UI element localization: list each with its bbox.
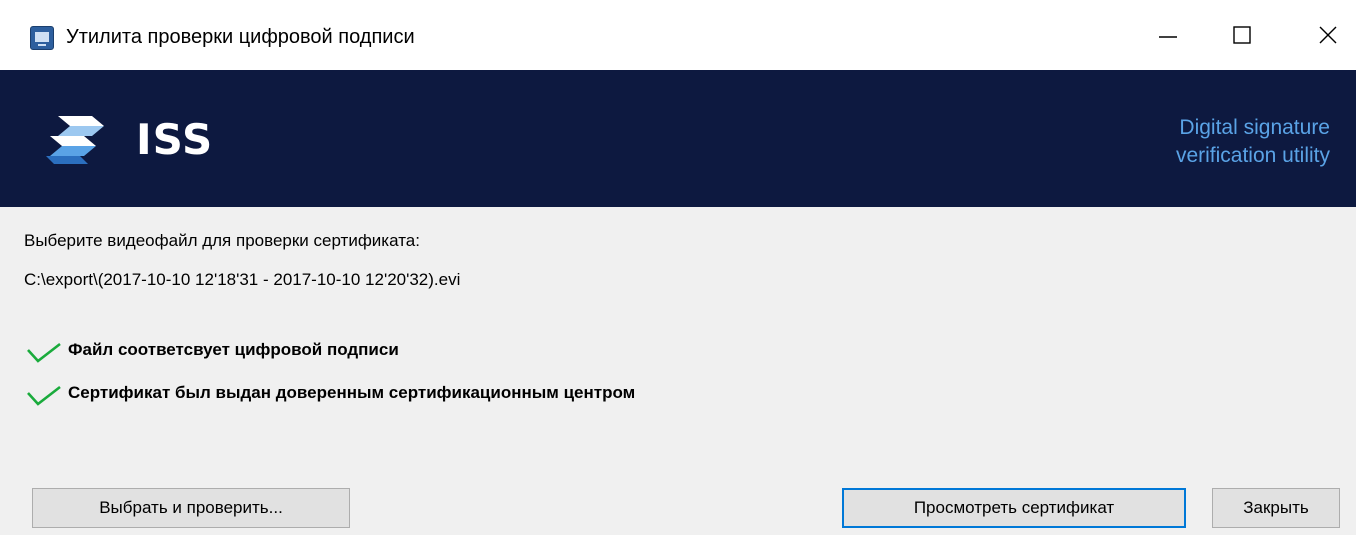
maximize-icon	[1233, 26, 1251, 44]
title-bar[interactable]: Утилита проверки цифровой подписи	[0, 0, 1356, 70]
banner-caption-line1: Digital signature	[1179, 116, 1330, 139]
minimize-icon	[1159, 36, 1177, 38]
minimize-button[interactable]	[1138, 10, 1198, 60]
status-text: Файл соответсвует цифровой подписи	[68, 340, 399, 359]
close-icon	[1319, 26, 1337, 44]
app-icon	[30, 26, 54, 50]
checkmark-icon	[27, 342, 61, 363]
status-text: Сертификат был выдан доверенным сертифик…	[68, 383, 636, 402]
maximize-button[interactable]	[1212, 10, 1272, 60]
window-title: Утилита проверки цифровой подписи	[66, 26, 415, 48]
dialog-window: Утилита проверки цифровой подписи ISS Di…	[0, 0, 1356, 535]
banner-caption-line2: verification utility	[1175, 144, 1330, 167]
close-window-button[interactable]	[1298, 10, 1356, 60]
iss-logo: ISS	[44, 112, 212, 168]
close-button[interactable]: Закрыть	[1212, 488, 1340, 528]
view-certificate-button[interactable]: Просмотреть сертификат	[842, 488, 1186, 528]
header-banner: ISS Digital signature verification utili…	[0, 70, 1356, 207]
checkmark-icon	[27, 385, 61, 406]
banner-caption: Digital signature verification utility	[1176, 114, 1330, 170]
iss-logo-mark-icon	[46, 116, 104, 164]
select-and-verify-button[interactable]: Выбрать и проверить...	[32, 488, 350, 528]
logo-text: ISS	[136, 115, 214, 164]
file-path-text: C:\export\(2017-10-10 12'18'31 - 2017-10…	[24, 270, 461, 289]
choose-file-label: Выберите видеофайл для проверки сертифик…	[24, 231, 420, 250]
